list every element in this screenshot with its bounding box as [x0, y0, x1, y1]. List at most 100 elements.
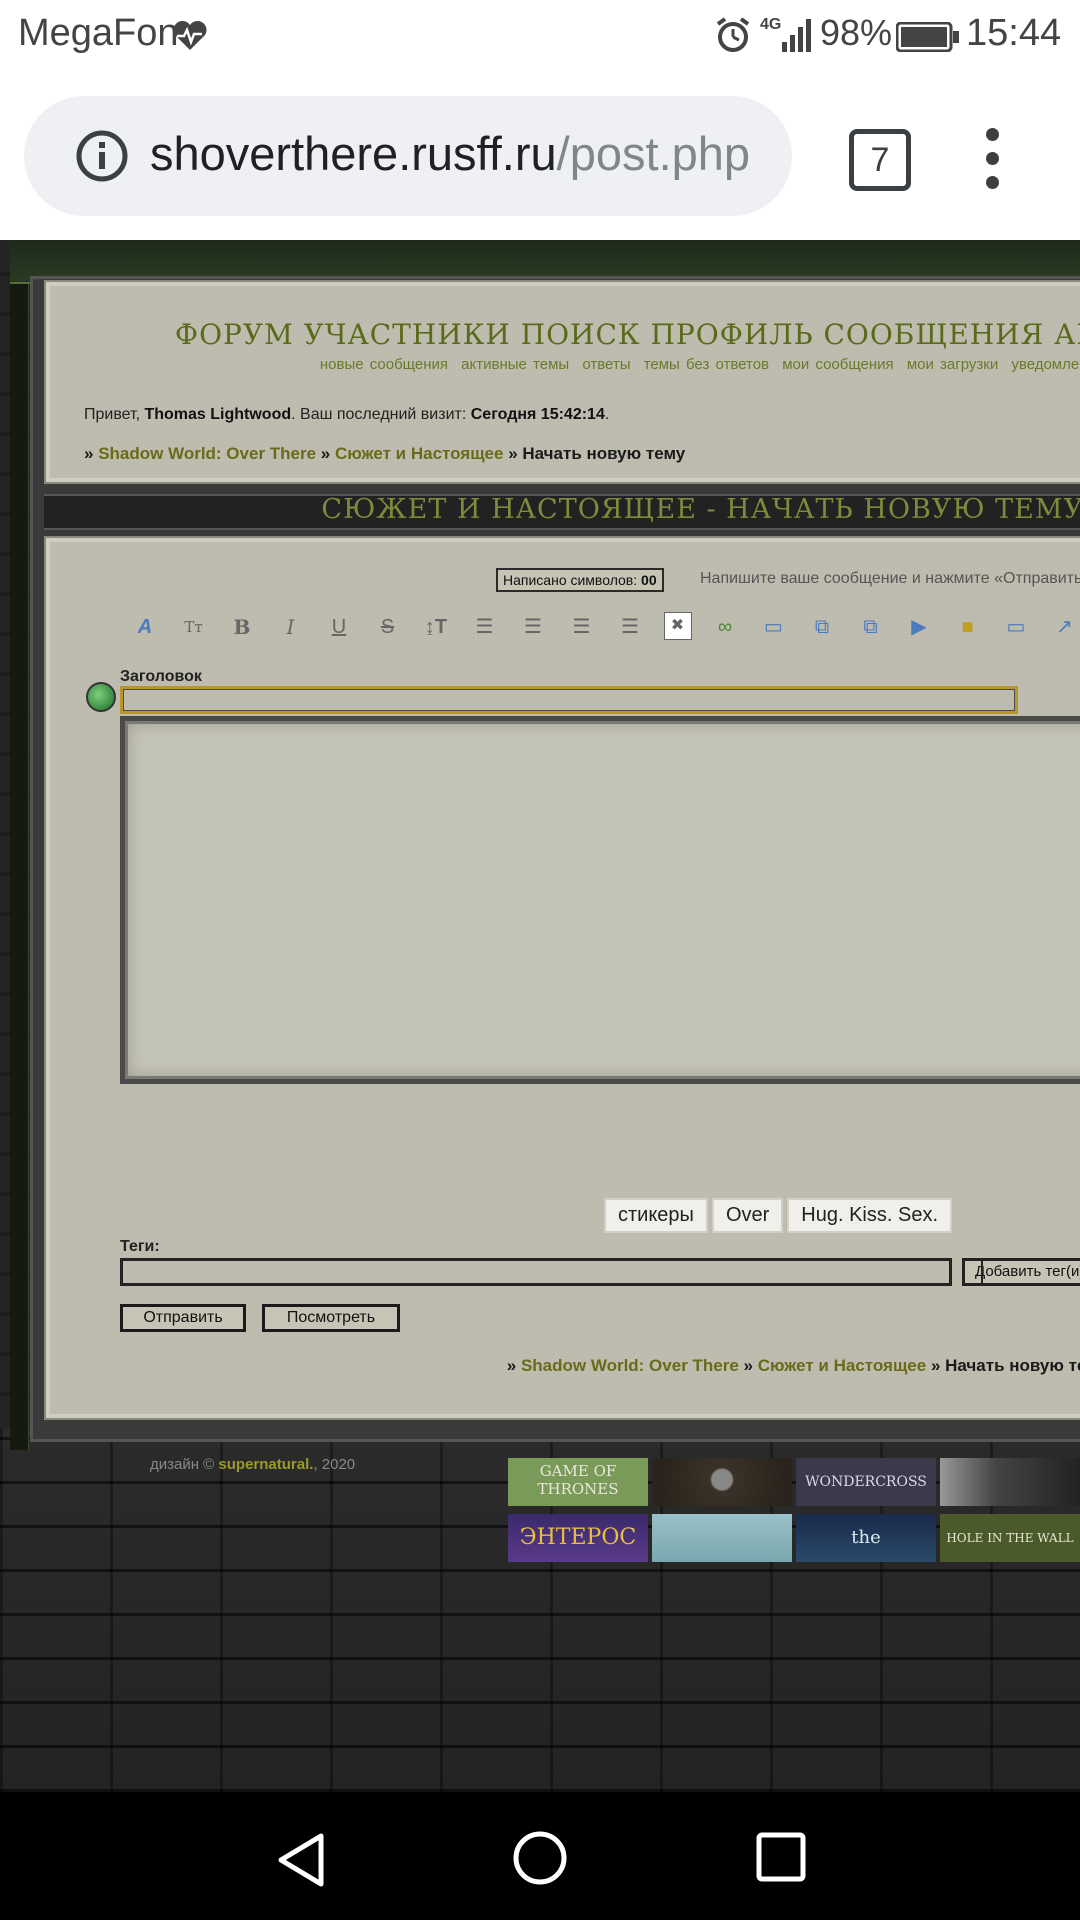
header-panel: ФОРУМ УЧАСТНИКИ ПОИСК ПРОФИЛЬ СООБЩЕНИЯ …: [44, 280, 1080, 484]
tab-switcher-button[interactable]: 7: [849, 129, 911, 191]
breadcrumb-current: Начать новую тему: [945, 1356, 1080, 1375]
nav-notifications[interactable]: уведомления: [1011, 356, 1080, 373]
breadcrumb-current: Начать новую тему: [522, 444, 686, 463]
post-form-panel: Написано символов: 00 Напишите ваше сооб…: [44, 536, 1080, 1420]
page-title: СЮЖЕТ И НАСТОЯЩЕЕ - НАЧАТЬ НОВУЮ ТЕМУ: [321, 494, 1080, 525]
heart-pulse-icon: [173, 20, 207, 50]
align-center-icon[interactable]: ☰: [518, 612, 548, 642]
credit-link[interactable]: supernatural.: [218, 1456, 313, 1473]
address-bar[interactable]: shoverthere.rusff.ru/post.php: [24, 96, 792, 216]
image-icon[interactable]: ✖: [663, 612, 692, 640]
align-justify-icon[interactable]: ☰: [567, 612, 597, 642]
nav-new-posts[interactable]: новые сообщения: [320, 356, 448, 373]
preview-button[interactable]: Посмотреть: [262, 1304, 400, 1332]
greeting-prefix: Привет,: [84, 406, 145, 423]
banner-originals[interactable]: the ORIGINALS: [796, 1514, 936, 1562]
extra-buttons: стикеры Over Hug. Kiss. Sex.: [604, 1198, 956, 1233]
breadcrumb-sep: »: [84, 444, 99, 463]
username[interactable]: Thomas Lightwood: [144, 406, 291, 423]
nav-unanswered[interactable]: темы без ответов: [644, 356, 769, 373]
copy-icon[interactable]: ⧉: [807, 612, 837, 642]
breadcrumb-section[interactable]: Сюжет и Настоящее: [335, 444, 503, 463]
banner-enteros[interactable]: ЭНТЕРОС: [508, 1514, 648, 1562]
banner-spider[interactable]: [652, 1458, 792, 1506]
subject-label: Заголовок: [120, 668, 202, 685]
breadcrumb-section[interactable]: Сюжет и Настоящее: [758, 1356, 926, 1375]
font-color-icon[interactable]: A: [130, 612, 160, 642]
network-type: 4G: [760, 16, 782, 33]
editor-toolbar: A Tт B I U S ↨T ☰ ☰ ☰ ☰ ✖ ∞ ▭ ⧉ ⧉ ▶ ■ ▭ ↗: [130, 612, 1080, 642]
tags-label: Теги:: [120, 1238, 160, 1255]
page-title-bar: СЮЖЕТ И НАСТОЯЩЕЕ - НАЧАТЬ НОВУЮ ТЕМУ: [44, 494, 1080, 530]
lock-icon[interactable]: ■: [953, 612, 983, 642]
underline-icon[interactable]: U: [324, 612, 354, 642]
carrier-name: MegaFon: [18, 12, 179, 54]
clock: 15:44: [966, 12, 1062, 54]
nav-active-topics[interactable]: активные темы: [461, 356, 569, 373]
design-credit: дизайн © supernatural., 2020: [150, 1456, 355, 1473]
browser-toolbar: shoverthere.rusff.ru/post.php 7: [0, 72, 1080, 241]
bold-icon[interactable]: B: [227, 612, 257, 642]
italic-icon[interactable]: I: [276, 612, 306, 642]
tags-input[interactable]: [120, 1258, 952, 1286]
link-icon[interactable]: ∞: [710, 612, 740, 642]
url-path: /post.php: [556, 127, 751, 180]
char-counter: Написано символов: 00: [496, 568, 664, 592]
breadcrumb-forum[interactable]: Shadow World: Over There: [521, 1356, 739, 1375]
sub-navigation: новые сообщения активные темы ответы тем…: [313, 356, 1080, 373]
url-host: shoverthere.rusff.ru: [150, 127, 557, 180]
banner-silhouette[interactable]: [940, 1458, 1080, 1506]
left-frame: [10, 240, 29, 1450]
align-right-icon[interactable]: ☰: [615, 612, 645, 642]
send-button[interactable]: Отправить: [120, 1304, 246, 1332]
last-visit-value: Сегодня 15:42:14: [470, 406, 605, 423]
emerald-icon: [86, 682, 116, 712]
upload-icon[interactable]: ↗: [1050, 612, 1080, 642]
align-left-icon[interactable]: ☰: [470, 612, 500, 642]
home-icon[interactable]: [512, 1830, 568, 1886]
greeting: Привет, Thomas Lightwood. Ваш последний …: [84, 406, 610, 423]
credit-prefix: дизайн ©: [150, 1456, 219, 1473]
url-text[interactable]: shoverthere.rusff.ru/post.php: [150, 126, 750, 181]
nav-my-posts[interactable]: мои сообщения: [782, 356, 893, 373]
strike-icon[interactable]: S: [373, 612, 403, 642]
banner-hole-in-the-wall[interactable]: HOLE IN THE WALL: [940, 1514, 1080, 1562]
char-counter-value: 00: [641, 572, 657, 588]
copy2-icon[interactable]: ⧉: [856, 612, 886, 642]
nav-replies[interactable]: ответы: [582, 356, 630, 373]
alarm-icon: [714, 16, 752, 59]
message-textarea[interactable]: [120, 716, 1080, 1084]
last-visit-label: . Ваш последний визит:: [291, 406, 471, 423]
breadcrumb-forum[interactable]: Shadow World: Over There: [98, 444, 316, 463]
nav-my-uploads[interactable]: мои загрузки: [907, 356, 998, 373]
battery-percent: 98%: [820, 12, 893, 53]
font-size-icon[interactable]: Tт: [179, 612, 209, 642]
add-tag-button[interactable]: Добавить тег(и): [962, 1258, 1080, 1286]
android-nav-bar: [0, 1792, 1080, 1920]
forum-page: ФОРУМ УЧАСТНИКИ ПОИСК ПРОФИЛЬ СООБЩЕНИЯ …: [0, 240, 1080, 1792]
char-counter-label: Написано символов:: [503, 572, 642, 588]
stickers-button[interactable]: стикеры: [604, 1198, 708, 1233]
form-hint: Напишите ваше сообщение и нажмите «Отпра…: [700, 570, 1080, 587]
battery-icon: [895, 21, 960, 57]
more-menu-icon[interactable]: [986, 128, 1000, 189]
main-navigation[interactable]: ФОРУМ УЧАСТНИКИ ПОИСК ПРОФИЛЬ СООБЩЕНИЯ …: [175, 318, 1080, 351]
banner-game-of-thrones[interactable]: GAME OF THRONES: [508, 1458, 648, 1506]
signal-icon: [782, 18, 812, 57]
hug-kiss-sex-button[interactable]: Hug. Kiss. Sex.: [787, 1198, 952, 1233]
video-icon[interactable]: ▶: [904, 612, 934, 642]
speech-bubble-icon[interactable]: ▭: [1001, 612, 1031, 642]
credit-year: , 2020: [313, 1456, 356, 1473]
banner-wondercross[interactable]: WONDERCROSS: [796, 1458, 936, 1506]
breadcrumb-bottom: » Shadow World: Over There » Сюжет и Нас…: [507, 1356, 1080, 1376]
banner-building[interactable]: [652, 1514, 792, 1562]
book-icon[interactable]: ▭: [759, 612, 789, 642]
info-icon[interactable]: [72, 126, 132, 186]
recents-icon[interactable]: [756, 1832, 806, 1882]
status-bar: MegaFon 4G 98% 15:44: [0, 0, 1080, 72]
breadcrumb: » Shadow World: Over There » Сюжет и Нас…: [84, 444, 686, 463]
back-icon[interactable]: [276, 1832, 326, 1888]
text-height-icon[interactable]: ↨T: [421, 612, 451, 642]
over-button[interactable]: Over: [711, 1198, 784, 1233]
subject-input[interactable]: [120, 686, 1018, 714]
